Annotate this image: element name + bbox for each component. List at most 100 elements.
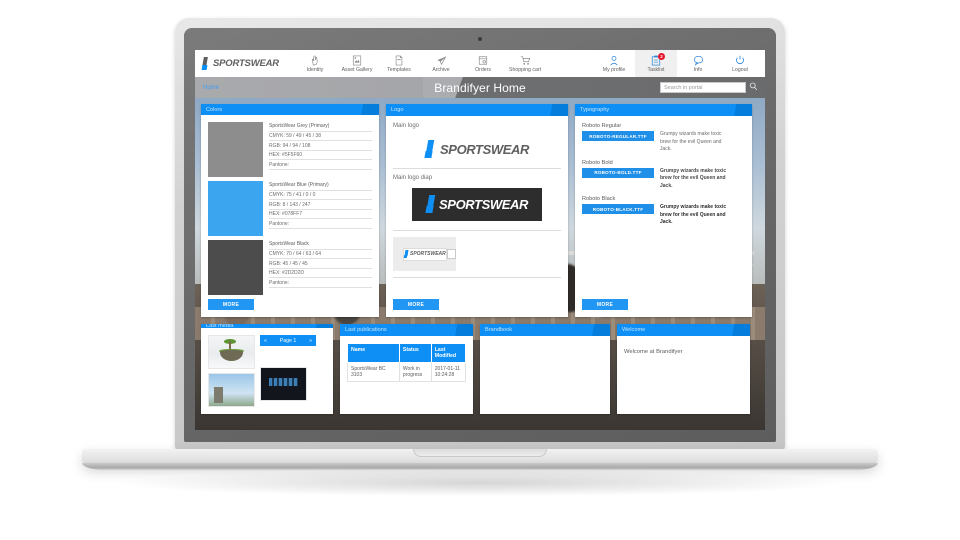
pager-label: Page 1 [279, 337, 297, 344]
sportswear-mark-icon [201, 57, 211, 70]
color-cmyk: CMYK: 70 / 64 / 63 / 64 [269, 250, 372, 260]
laptop-screen: SPORTSWEAR Identity Asset Gallery Templa… [195, 50, 765, 430]
nav-item-orders[interactable]: Orders [462, 50, 504, 77]
laptop-lid: SPORTSWEAR Identity Asset Gallery Templa… [175, 18, 785, 450]
color-hex: HEX: #078FF7 [269, 210, 372, 220]
logo-wordmark: SPORTSWEAR [440, 142, 529, 157]
tasklist-badge: 2 [658, 52, 665, 60]
main-logo-preview[interactable]: SPORTSWEAR [393, 134, 561, 168]
color-name: SportsWear Grey (Primary) [269, 122, 372, 132]
nav-item-archive[interactable]: Archive [420, 50, 462, 77]
pager-next-icon[interactable]: » [309, 338, 312, 344]
laptop-base-lip [82, 463, 878, 471]
panel-row-bottom: Last media « Page 1 » Last publications … [201, 324, 759, 414]
media-thumbnail[interactable] [260, 367, 307, 401]
color-pantone: Pantone: [269, 219, 372, 229]
color-swatch-blue [208, 181, 263, 236]
color-name: SportsWear Black [269, 240, 372, 250]
color-item: SportsWear Blue (Primary) CMYK: 75 / 41 … [208, 181, 372, 236]
font-name: Roboto Regular [582, 123, 622, 129]
laptop-notch [413, 449, 547, 457]
nav-label: Info [693, 66, 703, 73]
nav-item-my-profile[interactable]: My profile [593, 50, 635, 77]
logo-clearspace-guide: SPORTSWEAR [393, 237, 456, 271]
document-template-icon [394, 55, 404, 66]
nav-item-shopping-cart[interactable]: Shopping cart [504, 50, 546, 77]
sportswear-mark-icon [424, 140, 438, 159]
pager-prev-icon[interactable]: « [264, 338, 267, 344]
logo-wordmark-small: SPORTSWEAR [410, 251, 446, 257]
publications-table: Name Status Last Modified SportsWear BC … [347, 343, 467, 382]
panel-row-top: Colors SportsWear Grey (Primary) CMYK: 5… [201, 104, 759, 317]
media-pagination[interactable]: « Page 1 » [260, 335, 316, 346]
color-pantone: Pantone: [269, 160, 372, 170]
diap-logo-preview[interactable]: SPORTSWEAR [393, 186, 561, 230]
portal-body: Colors SportsWear Grey (Primary) CMYK: 5… [195, 98, 765, 430]
column-last-modified[interactable]: Last Modified [430, 343, 467, 363]
font-download-button-regular[interactable]: ROBOTO-REGULAR.TTF [582, 131, 654, 141]
panel-last-media: Last media « Page 1 » [201, 324, 333, 414]
typography-item: Roboto Bold ROBOTO-BOLD.TTF Grumpy wizar… [582, 160, 745, 191]
nav-label: Templates [387, 66, 411, 73]
shopping-cart-icon [520, 55, 531, 66]
panel-body-colors: SportsWear Grey (Primary) CMYK: 59 / 49 … [201, 115, 379, 317]
nav-item-tasklist[interactable]: 2 Tasklist [635, 50, 677, 77]
magnifier-icon[interactable] [749, 82, 758, 93]
logo-clearspace-preview[interactable]: SPORTSWEAR [393, 237, 561, 277]
logo-wordmark-diap: SPORTSWEAR [439, 197, 528, 212]
diap-logo-label: Main logo diap [393, 175, 433, 181]
nav-item-asset-gallery[interactable]: Asset Gallery [336, 50, 378, 77]
user-profile-icon [609, 55, 619, 66]
clipboard-tasklist-icon: 2 [651, 52, 665, 66]
nav-item-logout[interactable]: Logout [719, 50, 761, 77]
nav-label: Logout [732, 66, 748, 73]
nav-item-templates[interactable]: Templates [378, 50, 420, 77]
panel-typography: Typography Roboto Regular ROBOTO-REGULAR… [575, 104, 752, 317]
nav-label: Asset Gallery [341, 66, 373, 73]
panel-body-last-publications: Name Status Last Modified SportsWear BC … [340, 336, 473, 414]
color-rgb: RGB: 8 / 143 / 247 [269, 200, 372, 210]
typography-more-button[interactable]: MORE [582, 299, 628, 310]
typography-item: Roboto Regular ROBOTO-REGULAR.TTF Grumpy… [582, 123, 745, 154]
divider [393, 168, 561, 169]
font-download-button-bold[interactable]: ROBOTO-BOLD.TTF [582, 167, 654, 178]
color-swatch-black [208, 240, 263, 295]
table-row[interactable]: SportsWear BC 3103 Work in progress 2017… [347, 362, 467, 382]
nav-label: Shopping cart [509, 66, 542, 73]
panel-title-brandbook: Brandbook [480, 324, 610, 336]
nav-item-identity[interactable]: Identity [294, 50, 336, 77]
panel-title-logo: Logo [386, 104, 568, 116]
color-name: SportsWear Blue (Primary) [269, 181, 372, 191]
color-item: SportsWear Black CMYK: 70 / 64 / 63 / 64… [208, 240, 372, 295]
column-status[interactable]: Status [398, 343, 432, 363]
column-name[interactable]: Name [347, 343, 400, 363]
main-logo-label: Main logo [393, 123, 420, 129]
divider [393, 277, 561, 278]
brand-logo[interactable]: SPORTSWEAR [201, 57, 294, 70]
nav-label: My profile [602, 66, 626, 73]
welcome-message: Welcome at Brandifyer [624, 349, 683, 355]
panel-colors: Colors SportsWear Grey (Primary) CMYK: 5… [201, 104, 379, 317]
power-logout-icon [735, 55, 745, 66]
colors-more-button[interactable]: MORE [208, 299, 254, 310]
color-hex: HEX: #2D2D2D [269, 269, 372, 279]
font-pangram: Grumpy wizards make toxic brew for the e… [660, 204, 727, 225]
box-orders-icon [478, 55, 488, 66]
sportswear-mark-icon [403, 250, 409, 258]
cell-status: Work in progress [398, 362, 432, 382]
panel-title-welcome: Welcome [617, 324, 750, 336]
color-rgb: RGB: 45 / 45 / 45 [269, 259, 372, 269]
nav-item-info[interactable]: Info [677, 50, 719, 77]
speech-bubble-info-icon [693, 55, 704, 66]
font-name: Roboto Bold [582, 159, 613, 166]
cell-name: SportsWear BC 3103 [347, 362, 400, 382]
logo-more-button[interactable]: MORE [393, 299, 439, 310]
font-download-button-black[interactable]: ROBOTO-BLACK.TTF [582, 204, 654, 214]
search-input[interactable]: Search in portal [660, 82, 746, 93]
nav-label: Tasklist [647, 66, 665, 73]
nav-label: Identity [306, 66, 324, 73]
panel-body-brandbook [480, 336, 610, 414]
media-thumbnail[interactable] [208, 335, 255, 369]
panel-body-typography: Roboto Regular ROBOTO-REGULAR.TTF Grumpy… [575, 116, 752, 317]
media-thumbnail[interactable] [208, 373, 255, 407]
